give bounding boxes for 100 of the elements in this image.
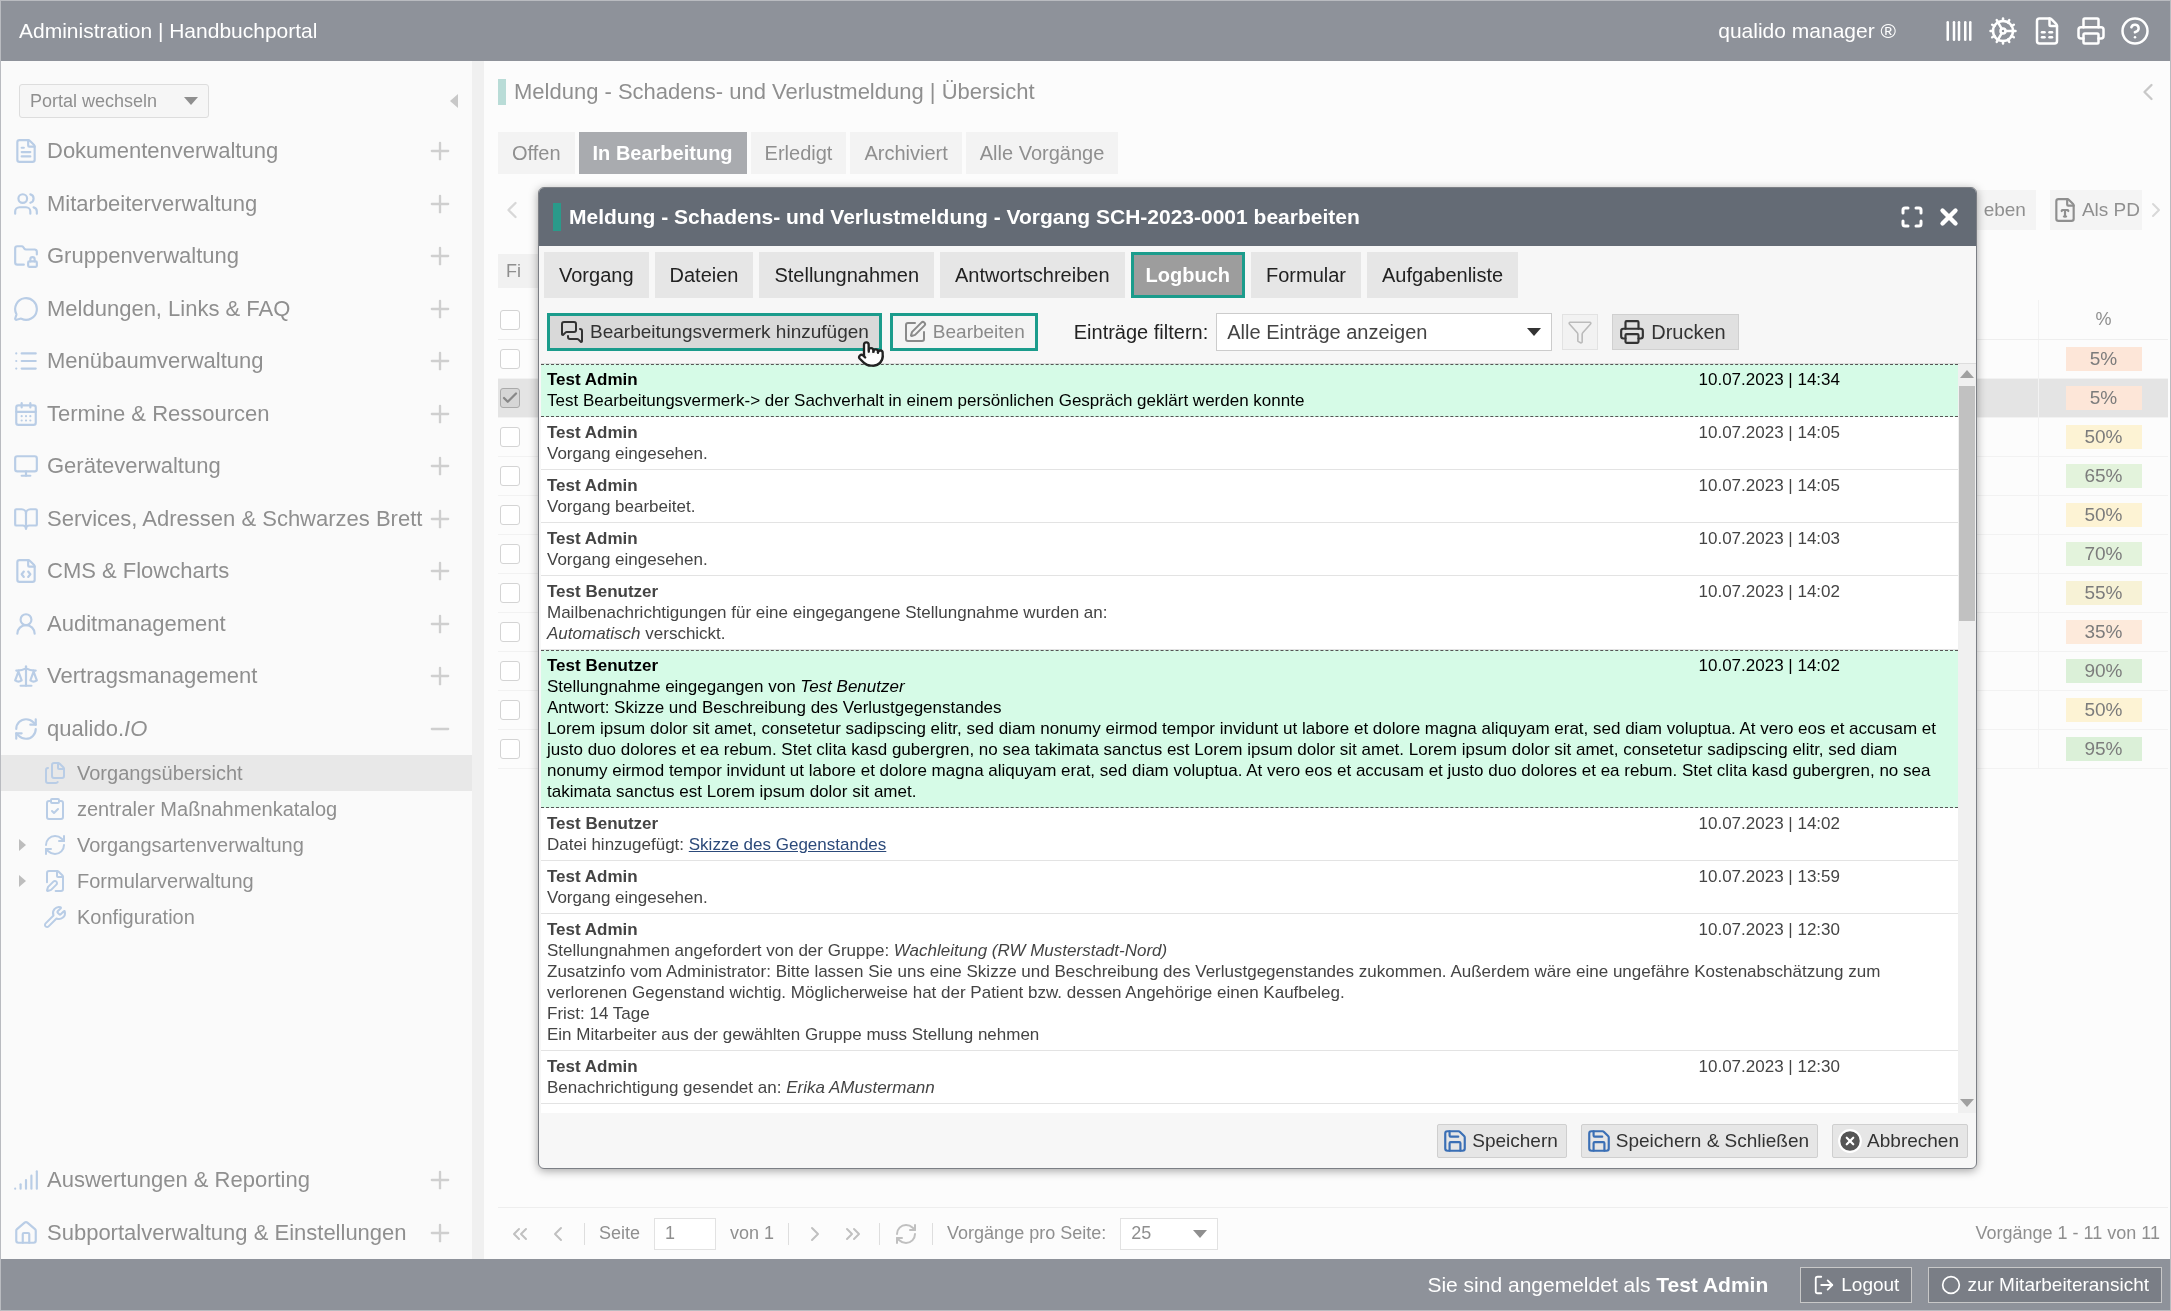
speech-bubbles-icon <box>560 320 584 344</box>
per-page-label: Vorgänge pro Seite: <box>947 1223 1107 1244</box>
maximize-icon[interactable] <box>1900 205 1924 229</box>
percent-badge: 70% <box>2065 542 2142 566</box>
row-checkbox[interactable] <box>500 466 520 486</box>
entry-author: Test Benutzer <box>547 813 659 834</box>
circle-icon <box>1941 1274 1962 1295</box>
save-button[interactable]: Speichern <box>1437 1123 1567 1158</box>
entry-text: Test Bearbeitungsvermerk-> der Sachverhalt in einem persönlichen Gespräch geklärt werden konnte <box>547 390 1306 411</box>
file-link[interactable]: Skizze des Gegenstandes <box>688 835 887 854</box>
staff-view-button[interactable]: zur Mitarbeiteransicht <box>1928 1266 2162 1303</box>
nav-subitem[interactable]: zentraler Maßnahmenkatalog <box>1 791 472 827</box>
entry-author: Test Admin <box>547 919 638 940</box>
accent-bar <box>498 79 506 105</box>
monitor-icon <box>13 453 39 480</box>
row-checkbox[interactable] <box>500 700 520 720</box>
entry-date: 10.07.2023 | 14:02 <box>1698 581 1840 602</box>
gears-icon[interactable] <box>1988 16 2018 46</box>
help-icon[interactable] <box>2120 16 2150 46</box>
brand-name: qualido manager ® <box>1718 19 1896 43</box>
page-input[interactable]: 1 <box>654 1217 717 1250</box>
tab[interactable]: Offen <box>498 132 575 174</box>
nav-item[interactable]: Menübaumverwaltung <box>47 348 264 375</box>
tab[interactable]: Dateien <box>654 252 754 298</box>
tab[interactable]: Formular <box>1251 252 1361 298</box>
nav-item[interactable]: Dokumentenverwaltung <box>47 138 279 165</box>
row-checkbox[interactable] <box>500 739 520 759</box>
nav-item[interactable]: Vertragsmanagement <box>47 663 258 690</box>
logout-button[interactable]: Logout <box>1800 1266 1913 1303</box>
row-checkbox[interactable] <box>500 544 520 564</box>
row-checkbox[interactable] <box>500 427 520 447</box>
row-checkbox[interactable] <box>500 622 520 642</box>
collapse-sidebar-icon[interactable] <box>450 94 458 108</box>
print-button[interactable]: Drucken <box>1612 314 1739 350</box>
document-icon <box>13 138 39 165</box>
nav-item[interactable]: Auswertungen & Reporting <box>47 1167 310 1194</box>
tab[interactable]: In Bearbeitung <box>578 132 747 174</box>
entry-author: Test Admin <box>547 528 638 549</box>
row-checkbox[interactable] <box>500 505 520 525</box>
entry-text: Datei hinzugefügt: Skizze des Gegenstandes <box>547 834 888 855</box>
tab[interactable]: Alle Vorgänge <box>965 132 1119 174</box>
entry-text: Ein Mitarbeiter aus der gewählten Gruppe muss Stellung nehmen <box>547 1024 1041 1045</box>
entry-author: Test Admin <box>547 369 638 390</box>
nav-subitem[interactable]: Formularverwaltung <box>1 863 472 899</box>
toolbar-button[interactable]: Als PD <box>2049 190 2142 230</box>
folder-lock-icon <box>13 243 39 270</box>
nav-item[interactable]: Auditmanagement <box>47 610 226 637</box>
save-icon <box>1442 1127 1469 1154</box>
files-icon <box>43 761 67 785</box>
tab[interactable]: Erledigt <box>750 132 847 174</box>
tab[interactable]: Stellungnahmen <box>759 252 934 298</box>
tab[interactable]: Logbuch <box>1130 252 1245 298</box>
select-all-checkbox[interactable] <box>500 309 520 330</box>
entry-filter-select[interactable]: Alle Einträge anzeigen <box>1216 313 1553 351</box>
filter-button[interactable]: Fi <box>498 254 538 288</box>
edit-icon <box>902 320 927 344</box>
save-button[interactable]: Speichern & Schließen <box>1580 1123 1819 1158</box>
percent-badge: 35% <box>2065 620 2142 644</box>
portal-select[interactable]: Portal wechseln <box>19 84 209 118</box>
tab[interactable]: Aufgabenliste <box>1367 252 1519 298</box>
per-page-select[interactable]: 25 <box>1120 1217 1219 1250</box>
expand-arrow-icon[interactable] <box>19 839 26 851</box>
entry-date: 10.07.2023 | 14:02 <box>1698 655 1840 676</box>
nav-item[interactable]: Geräteverwaltung <box>47 453 221 480</box>
row-checkbox[interactable] <box>500 583 520 603</box>
row-checkbox[interactable] <box>500 661 520 681</box>
nav-item[interactable]: Subportalverwaltung & Einstellungen <box>47 1219 407 1246</box>
nav-item[interactable]: qualido.IO <box>47 715 148 742</box>
cancel-button[interactable]: Abbrechen <box>1832 1123 1968 1158</box>
filter-icon[interactable] <box>1562 314 1599 350</box>
add-note-button[interactable]: Bearbeitungsvermerk hinzufügen <box>547 313 882 351</box>
nav-item[interactable]: Termine & Ressourcen <box>47 400 270 427</box>
percent-badge: 65% <box>2065 464 2142 488</box>
print-icon[interactable] <box>2076 16 2106 46</box>
nav-subitem[interactable]: Vorgangsübersicht <box>1 755 472 791</box>
tab[interactable]: Archiviert <box>850 132 962 174</box>
scrollbar[interactable] <box>1958 364 1976 1113</box>
scale-icon <box>13 663 39 690</box>
nav-subitem[interactable]: Vorgangsartenverwaltung <box>1 827 472 863</box>
refresh-icon[interactable] <box>894 1221 919 1246</box>
entry-date: 10.07.2023 | 13:59 <box>1698 866 1840 887</box>
tab[interactable]: Antwortschreiben <box>940 252 1125 298</box>
nav-subitem[interactable]: Konfiguration <box>1 899 472 935</box>
row-checkbox[interactable] <box>500 388 520 408</box>
code-file-icon <box>13 558 39 585</box>
chat-bubble-icon <box>13 295 39 322</box>
percent-badge: 90% <box>2065 659 2142 683</box>
nav-item[interactable]: Mitarbeiterverwaltung <box>47 190 258 217</box>
nav-item[interactable]: Services, Adressen & Schwarzes Brett <box>47 505 423 532</box>
nav-item[interactable]: Meldungen, Links & FAQ <box>47 295 291 322</box>
nav-item[interactable]: Gruppenverwaltung <box>47 243 239 270</box>
expand-arrow-icon[interactable] <box>19 875 26 887</box>
accent-bar <box>553 203 561 231</box>
page-title: Meldung - Schadens- und Verlustmeldung | Übersicht <box>514 79 1035 105</box>
nav-item[interactable]: CMS & Flowcharts <box>47 558 230 585</box>
tab[interactable]: Vorgang <box>544 252 649 298</box>
page-count: von 1 <box>730 1223 775 1244</box>
logout-icon <box>1813 1273 1836 1296</box>
entry-text: Benachrichtigung gesendet an: Erika AMustermann <box>547 1077 936 1098</box>
row-checkbox[interactable] <box>500 349 520 369</box>
